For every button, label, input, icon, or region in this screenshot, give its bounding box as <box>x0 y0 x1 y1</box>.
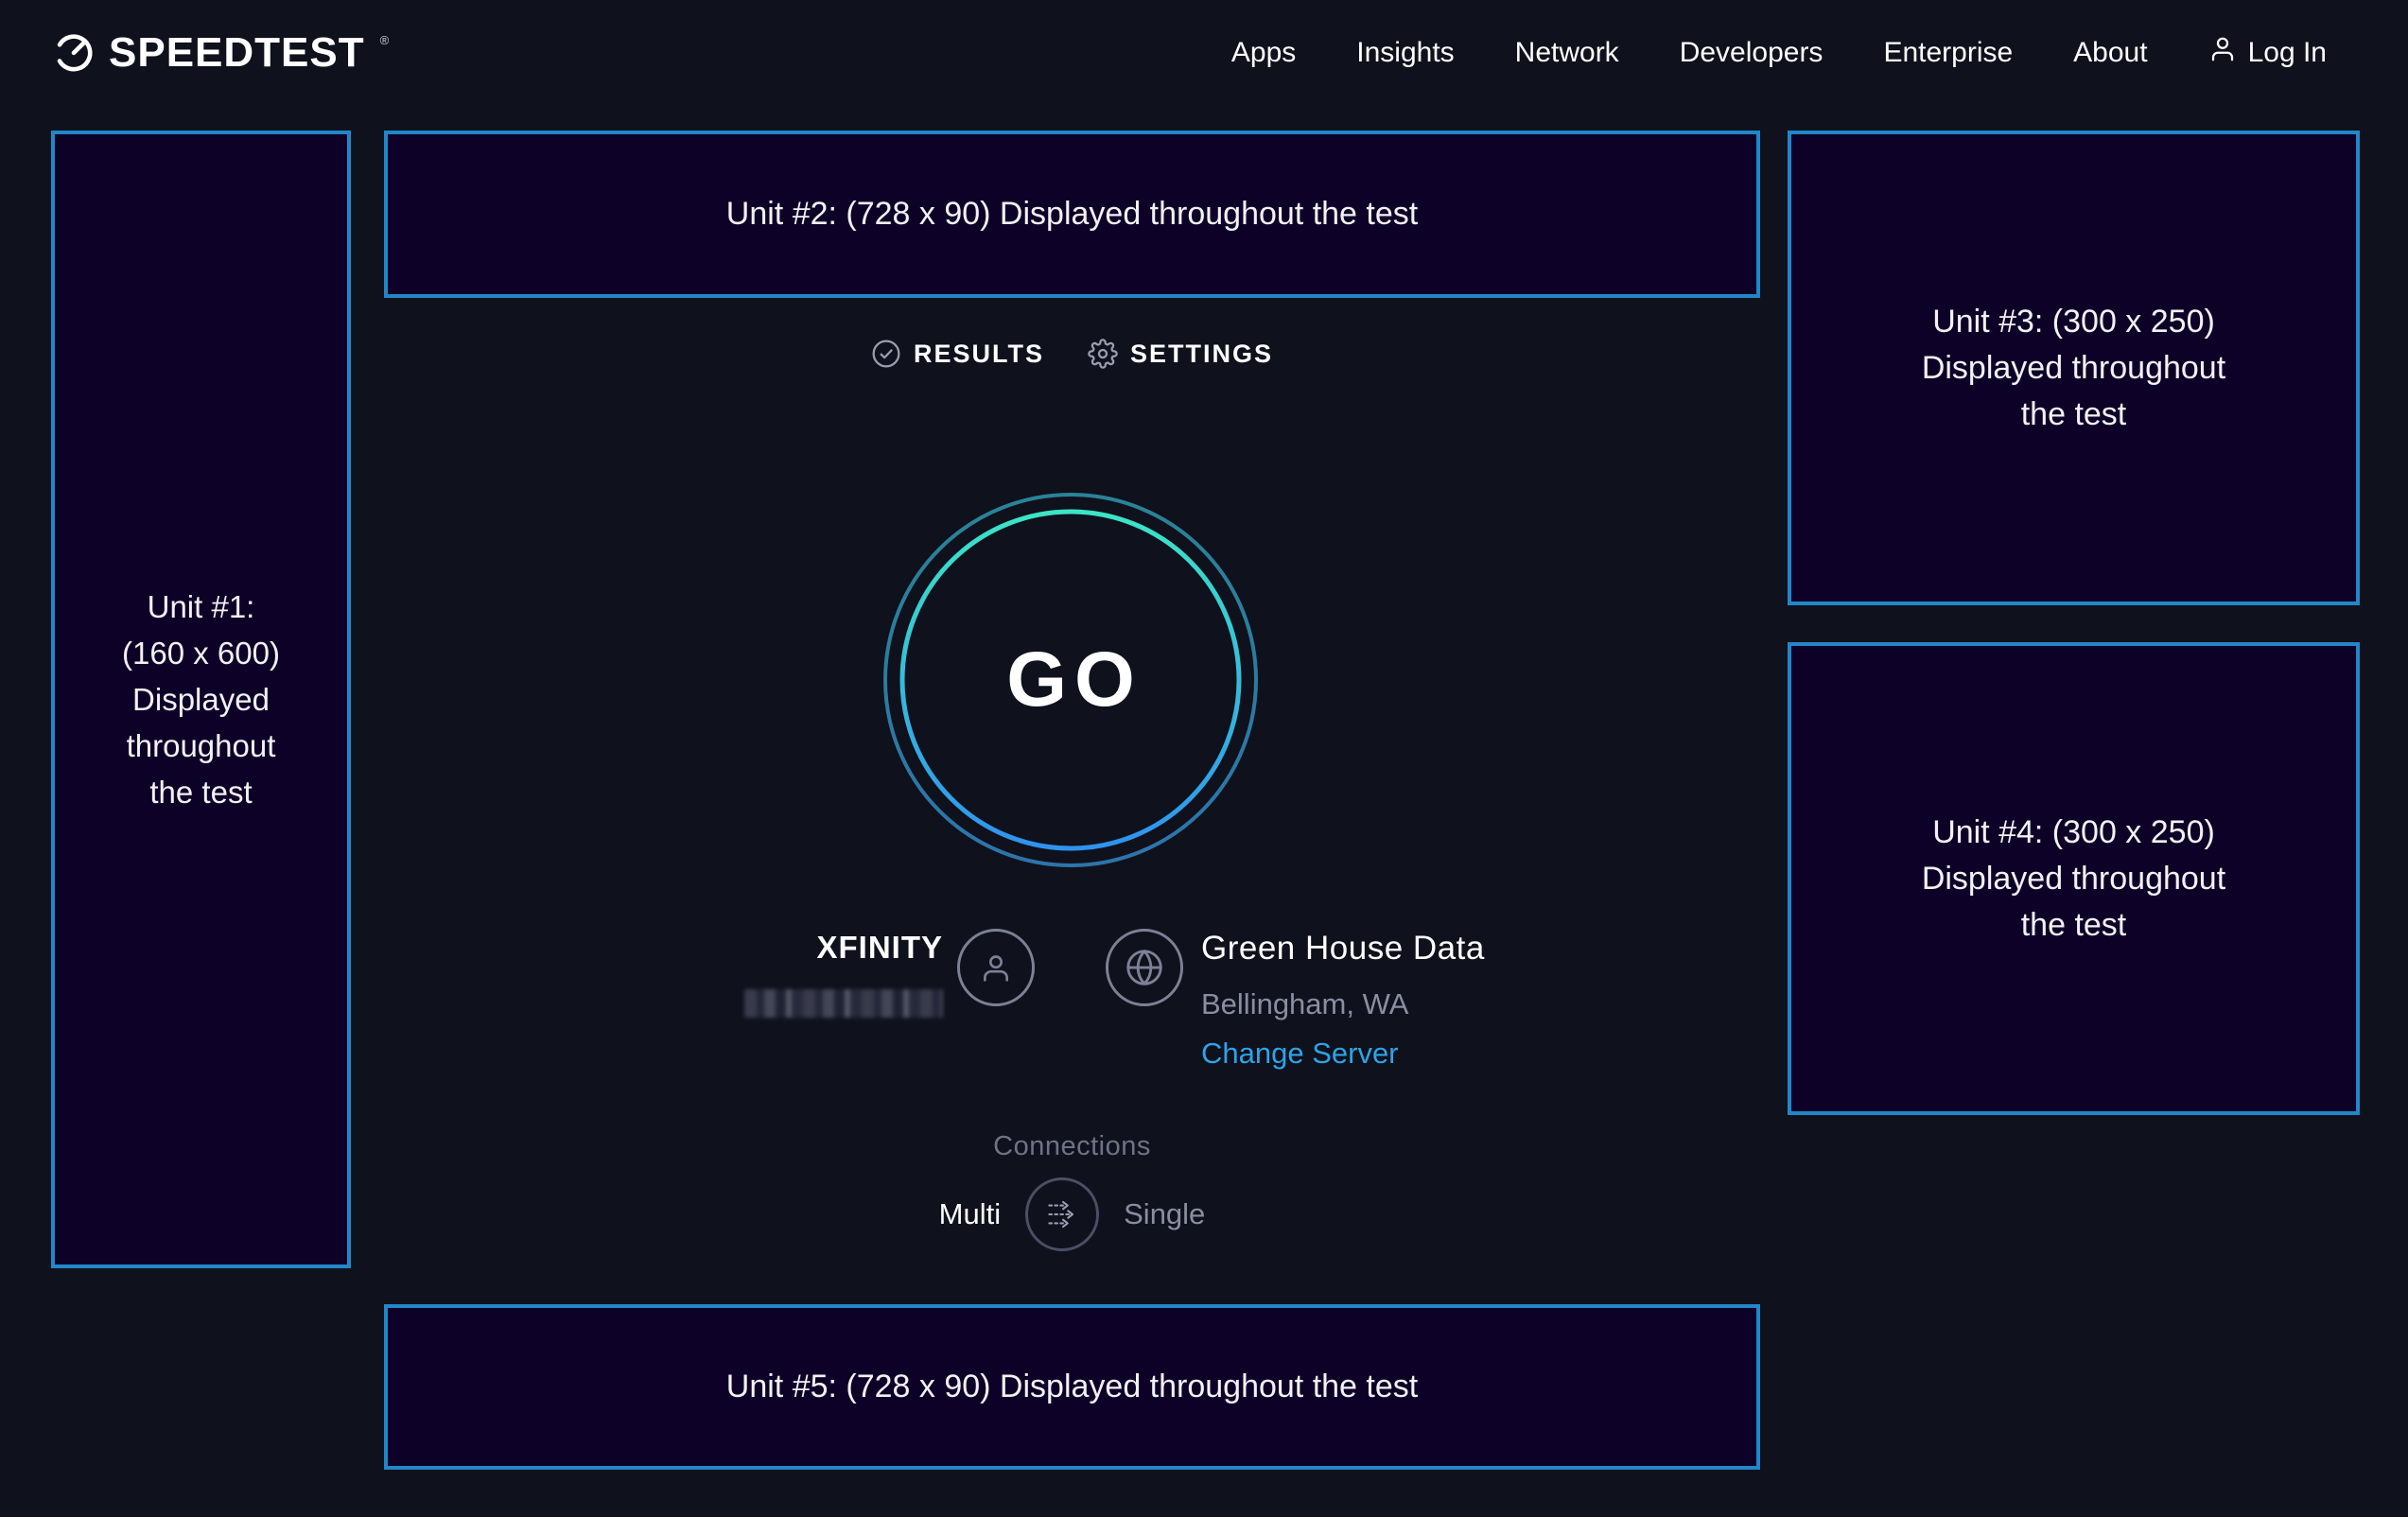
gauge-icon <box>52 29 96 78</box>
tab-results[interactable]: RESULTS <box>871 339 1044 369</box>
tab-results-label: RESULTS <box>914 340 1044 369</box>
multi-arrows-icon <box>1040 1193 1084 1236</box>
user-icon <box>2208 35 2237 71</box>
tab-settings[interactable]: SETTINGS <box>1088 339 1273 369</box>
user-icon <box>977 949 1015 986</box>
ad-unit-3-line: Unit #3: (300 x 250) <box>1932 299 2215 345</box>
navbar: SPEEDTEST ® Apps Insights Network Develop… <box>0 0 2408 106</box>
ad-unit-4-line: Unit #4: (300 x 250) <box>1932 810 2215 856</box>
ad-unit-1-line: the test <box>149 769 252 815</box>
globe-icon <box>1123 946 1166 989</box>
login-button[interactable]: Log In <box>2208 35 2327 71</box>
ad-unit-1-line: (160 x 600) <box>122 630 280 676</box>
nav-item-enterprise[interactable]: Enterprise <box>1883 37 2013 69</box>
connections-toggle-button[interactable] <box>1025 1177 1099 1251</box>
ad-unit-4[interactable]: Unit #4: (300 x 250) Displayed throughou… <box>1788 642 2360 1115</box>
logo-text: SPEEDTEST <box>109 29 365 77</box>
nav-item-developers[interactable]: Developers <box>1680 37 1823 69</box>
ad-unit-3-line: the test <box>2021 392 2127 438</box>
ad-unit-1-line: Unit #1: <box>148 584 255 630</box>
ad-unit-4-line: Displayed throughout <box>1922 856 2225 902</box>
ad-unit-1[interactable]: Unit #1: (160 x 600) Displayed throughou… <box>51 131 351 1268</box>
server-name: Green House Data <box>1201 930 1485 968</box>
go-button-label: GO <box>881 491 1260 869</box>
ad-unit-1-line: Displayed <box>132 676 270 723</box>
nav-item-insights[interactable]: Insights <box>1356 37 1454 69</box>
nav-item-about[interactable]: About <box>2073 37 2147 69</box>
nav-item-apps[interactable]: Apps <box>1231 37 1296 69</box>
ad-unit-4-line: the test <box>2021 902 2127 949</box>
check-circle-icon <box>871 339 901 369</box>
results-settings-tabs: RESULTS SETTINGS <box>384 339 1760 369</box>
connections-option-multi[interactable]: Multi <box>939 1197 1001 1231</box>
ad-unit-2[interactable]: Unit #2: (728 x 90) Displayed throughout… <box>384 131 1760 298</box>
ad-unit-5-text: Unit #5: (728 x 90) Displayed throughout… <box>726 1364 1418 1410</box>
speedtest-logo[interactable]: SPEEDTEST ® <box>52 0 387 106</box>
isp-user-icon[interactable] <box>957 929 1035 1006</box>
ad-unit-3[interactable]: Unit #3: (300 x 250) Displayed throughou… <box>1788 131 2360 605</box>
tab-settings-label: SETTINGS <box>1130 340 1273 369</box>
login-label: Log In <box>2248 37 2327 69</box>
change-server-link[interactable]: Change Server <box>1201 1037 1399 1071</box>
connections-toggle-row: Multi Single <box>384 1177 1760 1251</box>
isp-ip-redacted <box>744 989 943 1018</box>
isp-name: XFINITY <box>662 930 943 966</box>
connections-label: Connections <box>384 1131 1760 1162</box>
speedtest-page: SPEEDTEST ® Apps Insights Network Develop… <box>0 0 2408 1517</box>
logo-trademark: ® <box>380 33 390 47</box>
nav-list: Apps Insights Network Developers Enterpr… <box>1231 0 2327 106</box>
connections-option-single[interactable]: Single <box>1124 1197 1205 1231</box>
ad-unit-5[interactable]: Unit #5: (728 x 90) Displayed throughout… <box>384 1304 1760 1470</box>
ad-unit-3-line: Displayed throughout <box>1922 345 2225 392</box>
ad-unit-2-text: Unit #2: (728 x 90) Displayed throughout… <box>726 191 1418 237</box>
ad-unit-1-line: throughout <box>127 723 276 769</box>
go-button[interactable]: GO <box>881 491 1260 869</box>
gear-icon <box>1088 339 1118 369</box>
server-globe-icon[interactable] <box>1106 929 1183 1006</box>
nav-item-network[interactable]: Network <box>1515 37 1619 69</box>
server-location: Bellingham, WA <box>1201 987 1408 1021</box>
